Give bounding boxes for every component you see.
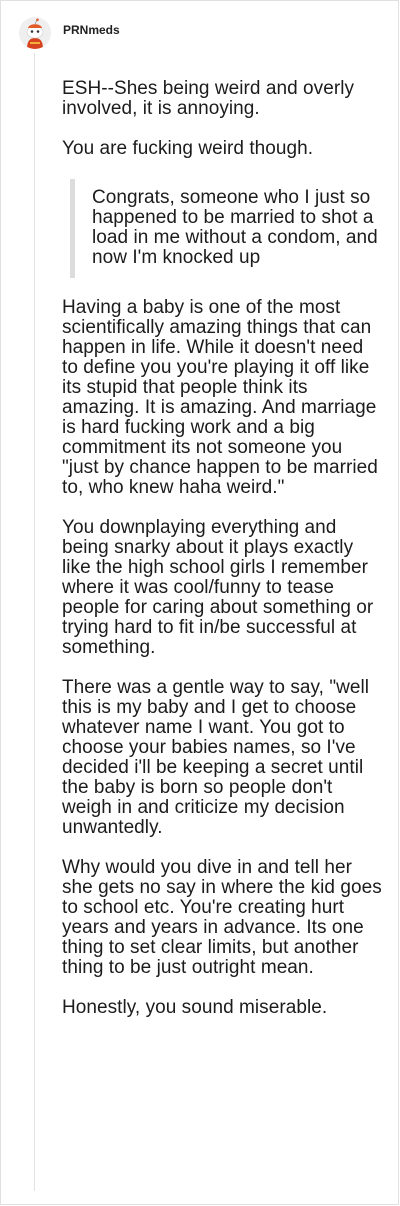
comment-header: PRNmeds [19,15,120,51]
comment-paragraph: Having a baby is one of the most scienti… [62,297,378,498]
comment-paragraph: You are fucking weird though. [62,138,314,159]
comment-paragraph: You downplaying everything and being sna… [62,517,374,658]
comment-paragraph: Honestly, you sound miserable. [62,997,328,1018]
comment-card: PRNmeds ESH--Shes being weird and overly… [0,0,399,1205]
blockquote: Congrats, someone who I just so happened… [70,179,384,278]
comment-paragraph: Why would you dive in and tell her she g… [62,857,382,978]
blockquote-text: Congrats, someone who I just so happened… [92,187,378,268]
reddit-snoo-avatar-icon[interactable] [19,17,51,49]
comment-body: ESH--Shes being weird and overly involve… [62,79,384,1038]
thread-line[interactable] [34,53,35,1191]
comment-paragraph: ESH--Shes being weird and overly involve… [62,78,355,119]
comment-paragraph: There was a gentle way to say, "well thi… [62,677,370,838]
comment-username[interactable]: PRNmeds [63,23,120,37]
